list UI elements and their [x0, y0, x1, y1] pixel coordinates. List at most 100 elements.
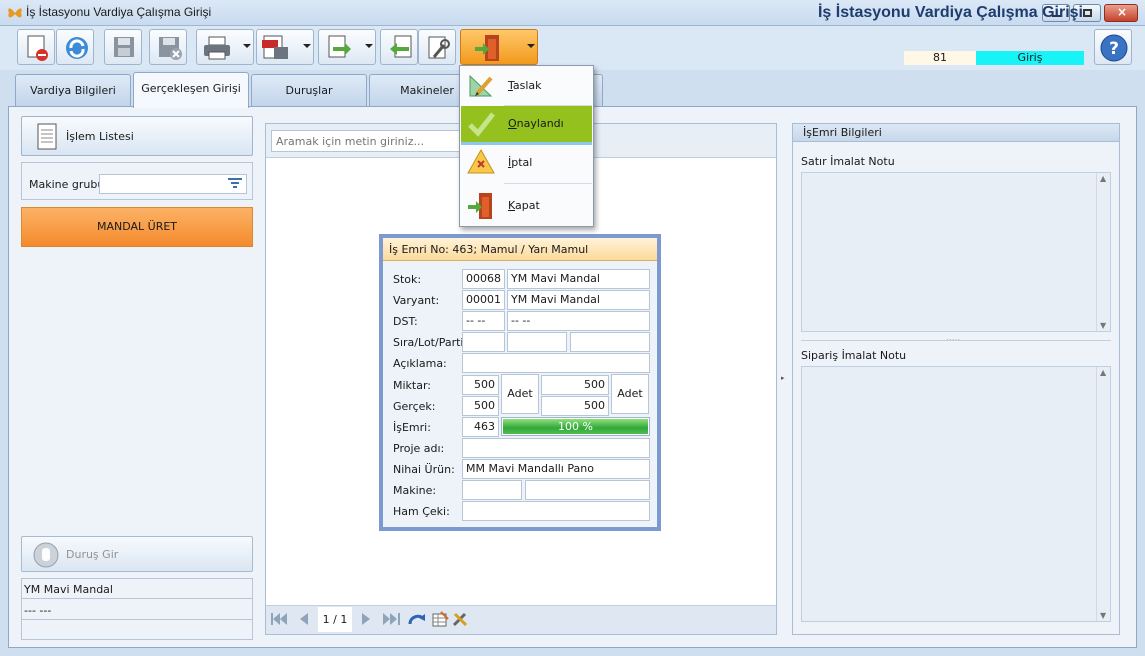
- miktar-label: Miktar:: [393, 379, 432, 392]
- miktar-field-2[interactable]: 500: [541, 375, 609, 395]
- divider: [801, 340, 1111, 341]
- last-record-icon[interactable]: [382, 612, 402, 626]
- work-order-info-header: İşEmri Bilgileri: [793, 124, 1119, 142]
- status-dropdown-menu: Taslak Onaylandı İptal Kapat: [459, 65, 594, 227]
- info-line: --- ---: [22, 600, 252, 620]
- work-order-header: İş Emri No: 463; Mamul / Yarı Mamul: [383, 238, 657, 261]
- nihai-urun-label: Nihai Ürün:: [393, 463, 455, 476]
- exit-door-icon: [468, 193, 492, 219]
- close-button[interactable]: ×: [1104, 4, 1138, 22]
- scrollbar[interactable]: ▲ ▼: [1096, 367, 1110, 621]
- machine-group-label: Makine grubu: [29, 178, 105, 191]
- floppy-check-icon: [114, 37, 134, 57]
- menu-item-label: İptal: [508, 156, 533, 169]
- export-button[interactable]: [318, 29, 376, 65]
- aciklama-field[interactable]: [462, 353, 650, 373]
- sira-lot-parti-label: Sıra/Lot/Parti:: [393, 336, 468, 349]
- help-button[interactable]: ?: [1094, 29, 1132, 65]
- dst-name-field[interactable]: -- --: [507, 311, 650, 331]
- makine-code-field[interactable]: [462, 480, 522, 500]
- status-dropdown-button[interactable]: [460, 29, 538, 65]
- stok-name-field[interactable]: YM Mavi Mandal: [507, 269, 650, 289]
- order-note-textarea[interactable]: ▲ ▼: [801, 366, 1111, 622]
- search-input[interactable]: [271, 130, 471, 152]
- previous-record-icon[interactable]: [298, 612, 310, 626]
- unit-field-2[interactable]: Adet: [611, 374, 649, 414]
- operation-list-button[interactable]: İşlem Listesi: [21, 116, 253, 156]
- dst-code-field[interactable]: -- --: [462, 311, 505, 331]
- save-cancel-button[interactable]: [149, 29, 187, 65]
- proje-label: Proje adı:: [393, 442, 445, 455]
- menu-item-kapat[interactable]: Kapat: [461, 188, 592, 224]
- line-note-textarea[interactable]: ▲ ▼: [801, 172, 1111, 332]
- pdf-export-button[interactable]: [256, 29, 314, 65]
- save-button[interactable]: [104, 29, 142, 65]
- info-line: YM Mavi Mandal: [22, 579, 252, 599]
- menu-item-iptal[interactable]: İptal: [461, 145, 592, 181]
- gercek-field-2[interactable]: 500: [541, 396, 609, 416]
- ham-ceki-label: Ham Çeki:: [393, 505, 450, 518]
- new-delete-button[interactable]: [17, 29, 55, 65]
- stok-code-field[interactable]: 00068: [462, 269, 505, 289]
- svg-text:?: ?: [1109, 39, 1119, 59]
- filter-picker-icon[interactable]: [227, 177, 243, 191]
- nihai-urun-field[interactable]: MM Mavi Mandallı Pano: [462, 459, 650, 479]
- redo-icon[interactable]: [407, 610, 427, 628]
- settings-button[interactable]: [418, 29, 456, 65]
- progress-text: 100 %: [558, 420, 593, 433]
- splitter-grip[interactable]: ·····: [946, 336, 960, 346]
- miktar-field[interactable]: 500: [462, 375, 499, 395]
- document-export-icon: [328, 35, 351, 58]
- page-indicator: 1 / 1: [318, 607, 352, 632]
- stok-label: Stok:: [393, 273, 422, 286]
- produce-button[interactable]: MANDAL ÜRET: [21, 207, 253, 247]
- wrench-icon: [428, 36, 450, 59]
- isemri-field[interactable]: 463: [462, 417, 499, 437]
- gercek-label: Gerçek:: [393, 400, 436, 413]
- menu-item-taslak[interactable]: Taslak: [461, 68, 592, 104]
- info-line: [22, 621, 252, 639]
- floppy-cancel-icon: [159, 37, 182, 60]
- scrollbar[interactable]: ▲ ▼: [1096, 173, 1110, 331]
- list-document-icon: [37, 123, 57, 150]
- check-icon: [468, 112, 495, 137]
- print-button[interactable]: [196, 29, 254, 65]
- unit-field[interactable]: Adet: [501, 374, 539, 414]
- pdf-icon: [262, 35, 288, 59]
- status-number: 81: [904, 51, 976, 65]
- next-record-icon[interactable]: [360, 612, 372, 626]
- status-badge: Giriş: [976, 51, 1084, 65]
- first-record-icon[interactable]: [270, 612, 288, 626]
- varyant-label: Varyant:: [393, 294, 440, 307]
- sira-field[interactable]: [462, 332, 505, 352]
- tab-duruslar[interactable]: Duruşlar: [251, 74, 367, 106]
- lot-field[interactable]: [507, 332, 567, 352]
- cancel-icon: [467, 148, 495, 174]
- line-note-label: Satır İmalat Notu: [801, 155, 895, 168]
- gercek-field[interactable]: 500: [462, 396, 499, 416]
- refresh-button[interactable]: [56, 29, 94, 65]
- ham-ceki-field[interactable]: [462, 501, 650, 521]
- document-import-icon: [390, 35, 412, 58]
- stop-entry-button[interactable]: Duruş Gir: [21, 536, 253, 572]
- refresh-icon: [66, 37, 88, 59]
- tab-vardiya-bilgileri[interactable]: Vardiya Bilgileri: [15, 74, 131, 106]
- menu-item-onaylandi[interactable]: Onaylandı: [461, 106, 592, 142]
- machine-group-field[interactable]: [99, 174, 247, 194]
- help-icon: ?: [1100, 34, 1128, 62]
- tab-gerceklesen-girisi[interactable]: Gerçekleşen Girişi: [133, 72, 249, 108]
- printer-icon: [204, 36, 230, 60]
- edit-grid-icon[interactable]: [431, 610, 449, 628]
- makine-name-field[interactable]: [525, 480, 650, 500]
- stop-entry-label: Duruş Gir: [66, 548, 119, 561]
- varyant-code-field[interactable]: 00001: [462, 290, 505, 310]
- varyant-name-field[interactable]: YM Mavi Mandal Varyantı: [507, 290, 650, 324]
- import-button[interactable]: [380, 29, 418, 65]
- progress-bar: 100 %: [501, 417, 650, 436]
- parti-field[interactable]: [570, 332, 650, 352]
- isemri-label: İşEmri:: [393, 421, 431, 434]
- proje-field[interactable]: [462, 438, 650, 458]
- splitter-handle[interactable]: ▸: [781, 374, 785, 382]
- tools-icon[interactable]: [451, 610, 469, 628]
- operation-list-label: İşlem Listesi: [66, 130, 134, 143]
